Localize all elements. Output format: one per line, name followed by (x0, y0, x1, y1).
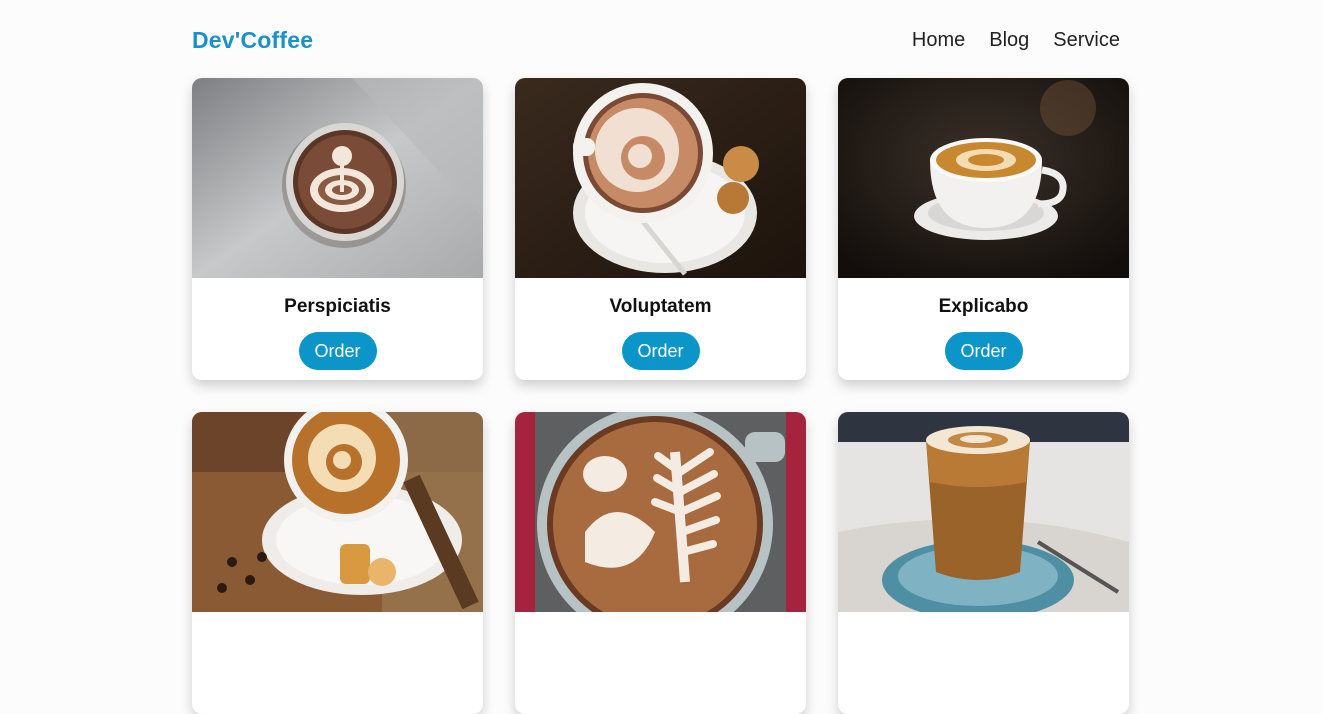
card-title: Explicabo (938, 296, 1029, 317)
order-button[interactable]: Order (298, 332, 377, 370)
card-body: Voluptatem Order (515, 278, 806, 380)
nav-blog-link[interactable]: Blog (989, 29, 1029, 52)
product-card (192, 412, 483, 714)
coffee-photo (838, 78, 1129, 278)
product-grid: Perspiciatis Order Voluptatem Order Expl… (192, 78, 1129, 714)
nav-home-link[interactable]: Home (912, 29, 965, 52)
card-body: Explicabo Order (838, 278, 1129, 380)
product-card: Perspiciatis Order (192, 78, 483, 380)
coffee-photo (192, 412, 483, 612)
coffee-photo (515, 412, 806, 612)
coffee-photo (838, 412, 1129, 612)
product-card: Voluptatem Order (515, 78, 806, 380)
order-button[interactable]: Order (944, 332, 1023, 370)
card-body: Perspiciatis Order (192, 278, 483, 380)
logo-link[interactable]: Dev'Coffee (192, 27, 313, 54)
main-nav: Home Blog Service (912, 29, 1120, 52)
product-card: Explicabo Order (838, 78, 1129, 380)
site-header: Dev'Coffee Home Blog Service (192, 22, 1120, 58)
card-title: Voluptatem (609, 296, 712, 317)
product-card (838, 412, 1129, 714)
coffee-photo (192, 78, 483, 278)
product-card (515, 412, 806, 714)
card-title: Perspiciatis (284, 296, 391, 317)
coffee-photo (515, 78, 806, 278)
nav-service-link[interactable]: Service (1053, 29, 1120, 52)
order-button[interactable]: Order (621, 332, 700, 370)
